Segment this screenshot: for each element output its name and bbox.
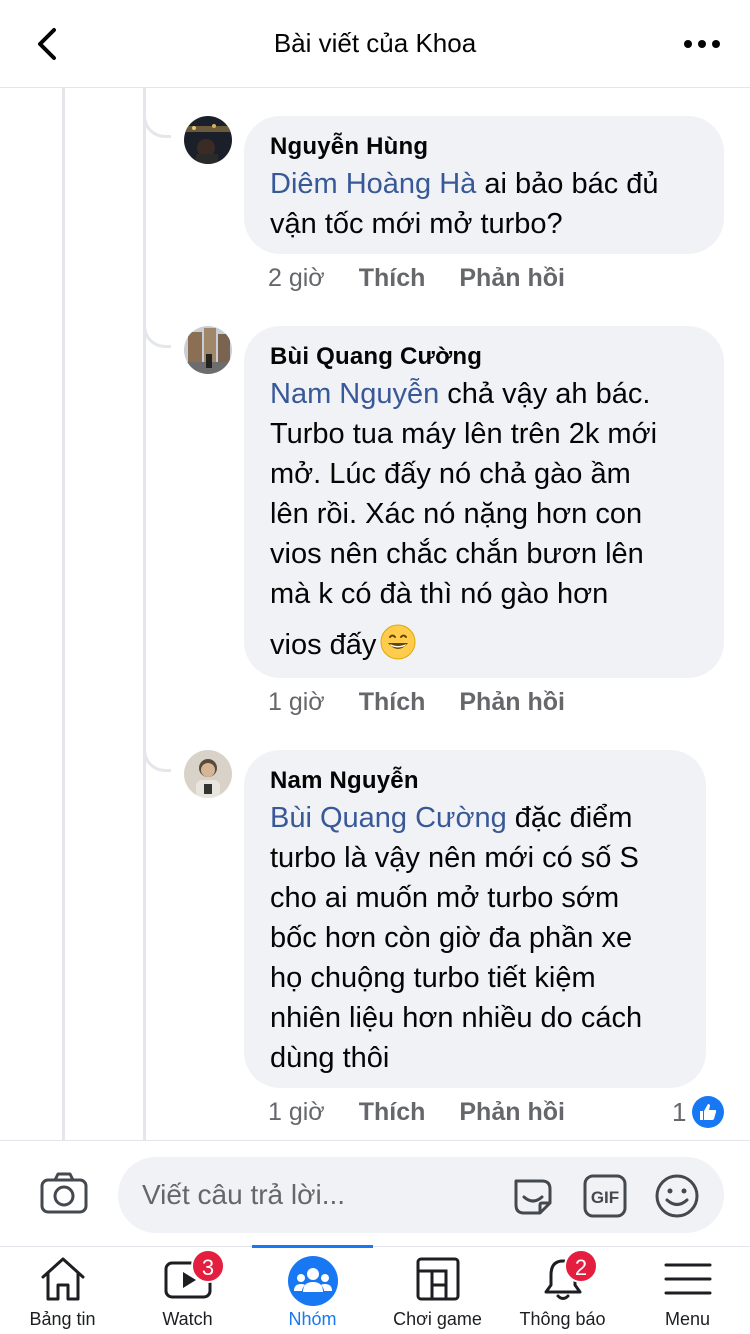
comment-text-line: turbo là vậy nên mới có số S: [270, 842, 639, 874]
tab-label: Thông báo: [519, 1309, 606, 1329]
comment-author[interactable]: Nguyễn Hùng: [270, 130, 698, 164]
comment-text-line: vios đấy: [270, 624, 698, 665]
bottom-nav: Bảng tin 3 Watch Nhóm Chơi game 2 Thông …: [0, 1245, 750, 1334]
reply-input[interactable]: Viết câu trả lời... GIF: [118, 1157, 724, 1233]
comment-text: Nam Nguyễn chả vậy ah bác.: [270, 378, 651, 410]
avatar[interactable]: [184, 116, 232, 164]
comment-time: 2 giờ: [268, 264, 325, 292]
thread-connector: [143, 318, 171, 348]
comment-time: 1 giờ: [268, 688, 325, 716]
comment-text: Bùi Quang Cường đặc điểm: [270, 802, 633, 834]
like-button[interactable]: Thích: [359, 1098, 426, 1127]
comment-text: Diêm Hoàng Hà ai bảo bác đủ: [270, 168, 659, 200]
tab-news-feed[interactable]: Bảng tin: [0, 1247, 125, 1334]
tab-label: Menu: [664, 1309, 711, 1329]
comment-bubble: Bùi Quang Cường Nam Nguyễn chả vậy ah bá…: [244, 326, 724, 678]
comment-actions: 1 giờ Thích Phản hồi: [268, 1098, 565, 1127]
comment-author[interactable]: Bùi Quang Cường: [270, 340, 698, 374]
comment-actions: 1 giờ Thích Phản hồi: [268, 688, 565, 717]
comment-author[interactable]: Nam Nguyễn: [270, 764, 680, 798]
watch-badge: 3: [191, 1249, 225, 1283]
comment-text-line: nhiên liệu hơn nhiều do cách: [270, 1002, 643, 1034]
reply-button[interactable]: Phản hồi: [459, 688, 565, 717]
avatar[interactable]: [184, 750, 232, 798]
reply-bar: Viết câu trả lời... GIF: [0, 1140, 750, 1246]
emoji-icon[interactable]: [654, 1173, 700, 1219]
thread-connector: [143, 742, 171, 772]
tab-label: Bảng tin: [29, 1309, 96, 1329]
comment-text-line: vận tốc mới mở turbo?: [270, 208, 563, 240]
avatar[interactable]: [184, 326, 232, 374]
mention-link[interactable]: Nam Nguyễn: [270, 378, 439, 410]
tab-menu[interactable]: Menu: [625, 1247, 750, 1334]
like-count: 1: [672, 1096, 687, 1127]
gaming-icon: [412, 1255, 464, 1303]
comment-text-line: mở. Lúc đấy nó chả gào ầm: [270, 458, 631, 490]
mention-link[interactable]: Bùi Quang Cường: [270, 802, 507, 834]
comment-text-line: lên rồi. Xác nó nặng hơn con: [270, 498, 643, 530]
comment-text-line: bốc hơn còn giờ đa phần xe: [270, 922, 633, 954]
comment-text-line: cho ai muốn mở turbo sớm: [270, 882, 620, 914]
reply-button[interactable]: Phản hồi: [459, 264, 565, 293]
home-icon: [37, 1255, 89, 1303]
reaction-count[interactable]: 1: [672, 1096, 725, 1128]
thread-line: [62, 88, 65, 1140]
tab-notifications[interactable]: 2 Thông báo: [500, 1247, 625, 1334]
thread-connector: [143, 108, 171, 138]
comment-bubble: Nguyễn Hùng Diêm Hoàng Hà ai bảo bác đủ …: [244, 116, 724, 254]
tab-gaming[interactable]: Chơi game: [375, 1247, 500, 1334]
tab-label: Chơi game: [393, 1309, 482, 1329]
sticker-icon[interactable]: [510, 1173, 556, 1219]
comment-text-line: vios nên chắc chắn bươn lên: [270, 538, 644, 570]
comment-text-line: Turbo tua máy lên trên 2k mới: [270, 418, 658, 450]
top-bar: Bài viết của Khoa: [0, 0, 750, 88]
tab-watch[interactable]: 3 Watch: [125, 1247, 250, 1334]
comment-text-line: họ chuộng turbo tiết kiệm: [270, 962, 596, 994]
tab-groups[interactable]: Nhóm: [250, 1245, 375, 1334]
notifications-badge: 2: [564, 1249, 598, 1283]
page-title: Bài viết của Khoa: [273, 28, 477, 58]
mention-link[interactable]: Diêm Hoàng Hà: [270, 168, 476, 200]
like-button[interactable]: Thích: [359, 264, 426, 293]
comment-time: 1 giờ: [268, 1098, 325, 1126]
svg-text:GIF: GIF: [591, 1188, 619, 1207]
tab-label: Watch: [162, 1309, 213, 1329]
menu-icon: [662, 1255, 714, 1303]
tab-label: Nhóm: [288, 1309, 337, 1329]
comment-text-line: mà k có đà thì nó gào hơn: [270, 578, 609, 610]
groups-icon: [287, 1255, 339, 1306]
reply-placeholder: Viết câu trả lời...: [142, 1179, 346, 1210]
thumbs-up-icon: [692, 1096, 725, 1128]
comment-actions: 2 giờ Thích Phản hồi: [268, 264, 565, 293]
comment-text-line: dùng thôi: [270, 1042, 390, 1074]
camera-icon[interactable]: [40, 1171, 88, 1215]
grinning-face-emoji-icon: [380, 624, 416, 660]
like-button[interactable]: Thích: [359, 688, 426, 717]
more-options-icon[interactable]: [684, 30, 720, 58]
thread-line: [143, 88, 146, 1140]
reply-button[interactable]: Phản hồi: [459, 1098, 565, 1127]
gif-icon[interactable]: GIF: [582, 1173, 628, 1219]
comment-bubble: Nam Nguyễn Bùi Quang Cường đặc điểm turb…: [244, 750, 706, 1088]
